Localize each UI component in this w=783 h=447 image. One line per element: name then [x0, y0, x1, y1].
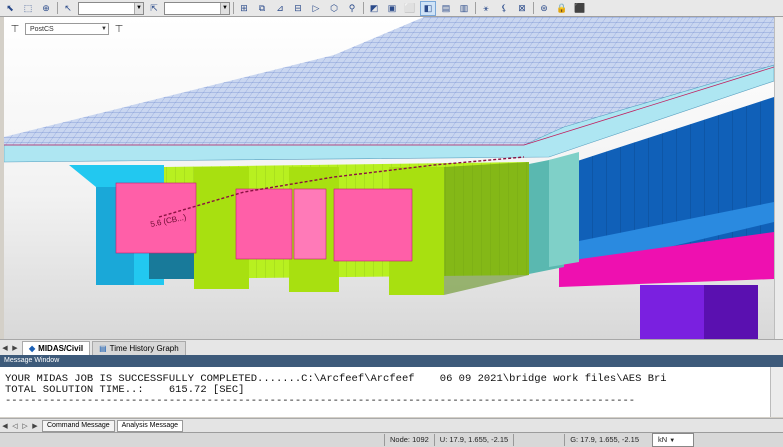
- toolbar-separator: [57, 2, 58, 14]
- pointer-icon[interactable]: ↖: [60, 1, 76, 16]
- shrink-icon[interactable]: ◩: [366, 1, 382, 16]
- camera-icon[interactable]: ⬛: [572, 1, 588, 16]
- toolbar-separator: [533, 2, 534, 14]
- select-window-icon[interactable]: ⬚: [20, 1, 36, 16]
- ucs-bar: ⊤ PostCS ▼ ⊤: [8, 22, 126, 36]
- main-toolbar: ⬉ ⬚ ⊕ ↖ ▼ ⇱ ▼ ⊞ ⧉ ⊿ ⊟ ▷ ⬡ ⚲ ◩ ▣ ⬜ ◧ ▤ ▥ …: [0, 0, 783, 17]
- message-tab-bar: ◀ ◁ ▷ ▶ Command Message Analysis Message: [0, 418, 783, 432]
- ucs-axis-icon[interactable]: ⊤: [8, 24, 22, 35]
- graph-icon: ▤: [99, 343, 107, 353]
- viewport-scrollbar[interactable]: [774, 17, 783, 339]
- boundary-icon[interactable]: ⊠: [514, 1, 530, 16]
- lock-icon[interactable]: 🔒: [554, 1, 570, 16]
- tab-next-icon[interactable]: ▷: [20, 422, 30, 430]
- view-iso-icon[interactable]: ⬡: [326, 1, 342, 16]
- select-polygon-icon[interactable]: ⊕: [38, 1, 54, 16]
- status-u-coords: U: 17.9, 1.655, -2.15: [433, 434, 513, 446]
- status-unit-select[interactable]: kN ▼: [651, 433, 694, 447]
- display-icon[interactable]: ▤: [438, 1, 454, 16]
- pink-block-3: [293, 188, 327, 260]
- tab-command-message[interactable]: Command Message: [42, 419, 115, 432]
- ucs-select[interactable]: PostCS ▼: [25, 23, 109, 35]
- civil-logo-icon: ◆: [29, 343, 36, 353]
- toolbar-separator: [363, 2, 364, 14]
- pan-icon[interactable]: ⧉: [254, 1, 270, 16]
- pink-block-4: [333, 188, 413, 262]
- filter-icon[interactable]: ⇱: [146, 1, 162, 16]
- elements-icon[interactable]: ⚲: [344, 1, 360, 16]
- pier-column-shade: [704, 285, 758, 339]
- transition-segment-2: [549, 152, 579, 267]
- document-tab-bar: ◀ ▶ ◆ MIDAS/Civil ▤ Time History Graph: [0, 339, 783, 355]
- toolbar-separator: [233, 2, 234, 14]
- status-bar: Node: 1092 U: 17.9, 1.655, -2.15 G: 17.9…: [0, 432, 783, 447]
- tab-analysis-message[interactable]: Analysis Message: [116, 419, 184, 432]
- tab-scroll-left-icon[interactable]: ◀: [0, 344, 10, 352]
- ucs-select-value: PostCS: [30, 26, 54, 33]
- lime-girder-dark: [444, 162, 529, 295]
- ucs-grid-icon[interactable]: ⊤: [112, 24, 126, 35]
- chevron-down-icon: ▼: [220, 2, 229, 14]
- tab-last-icon[interactable]: ▶: [30, 422, 40, 430]
- status-node: Node: 1092: [384, 434, 434, 446]
- zoom-window-icon[interactable]: ⊞: [236, 1, 252, 16]
- group-filter-combo[interactable]: ▼: [164, 1, 230, 15]
- element-number-icon[interactable]: ⚸: [496, 1, 512, 16]
- tab-label: MIDAS/Civil: [38, 343, 84, 353]
- tab-scroll-right-icon[interactable]: ▶: [10, 344, 20, 352]
- chevron-down-icon: ▼: [101, 26, 107, 32]
- pink-block-2: [235, 188, 293, 260]
- tab-prev-icon[interactable]: ◁: [10, 422, 20, 430]
- chevron-down-icon: ▼: [669, 438, 676, 444]
- fit-icon[interactable]: ⬜: [402, 1, 418, 16]
- deck-top-mesh: [4, 17, 774, 145]
- render-icon[interactable]: ◧: [420, 0, 436, 16]
- message-line: ----------------------------------------…: [5, 395, 636, 407]
- status-unit-value: kN: [657, 435, 668, 444]
- rotate-icon[interactable]: ⊿: [272, 1, 288, 16]
- model-viewport[interactable]: 5.6 (CB...): [4, 17, 774, 339]
- status-blank: [513, 434, 564, 446]
- message-scrollbar[interactable]: [770, 367, 783, 417]
- bridge-model-render: 5.6 (CB...): [4, 17, 774, 339]
- tab-label: Time History Graph: [109, 343, 179, 353]
- tab-first-icon[interactable]: ◀: [0, 422, 10, 430]
- select-arrow-icon[interactable]: ⬉: [2, 1, 18, 16]
- tab-midas-civil[interactable]: ◆ MIDAS/Civil: [22, 340, 91, 355]
- view-top-icon[interactable]: ▷: [308, 1, 324, 16]
- perspective-icon[interactable]: ▥: [456, 1, 472, 16]
- message-output[interactable]: YOUR MIDAS JOB IS SUCCESSFULLY COMPLETED…: [0, 367, 770, 417]
- select-filter-combo[interactable]: ▼: [78, 1, 144, 15]
- toolbar-separator: [475, 2, 476, 14]
- status-g-coords: G: 17.9, 1.655, -2.15: [564, 434, 644, 446]
- active-icon[interactable]: ⊛: [536, 1, 552, 16]
- node-number-icon[interactable]: ⚹: [478, 1, 494, 16]
- message-window-title: Message Window: [0, 355, 783, 367]
- chevron-down-icon: ▼: [134, 2, 143, 14]
- view-front-icon[interactable]: ⊟: [290, 1, 306, 16]
- hide-icon[interactable]: ▣: [384, 1, 400, 16]
- tab-time-history-graph[interactable]: ▤ Time History Graph: [92, 340, 186, 355]
